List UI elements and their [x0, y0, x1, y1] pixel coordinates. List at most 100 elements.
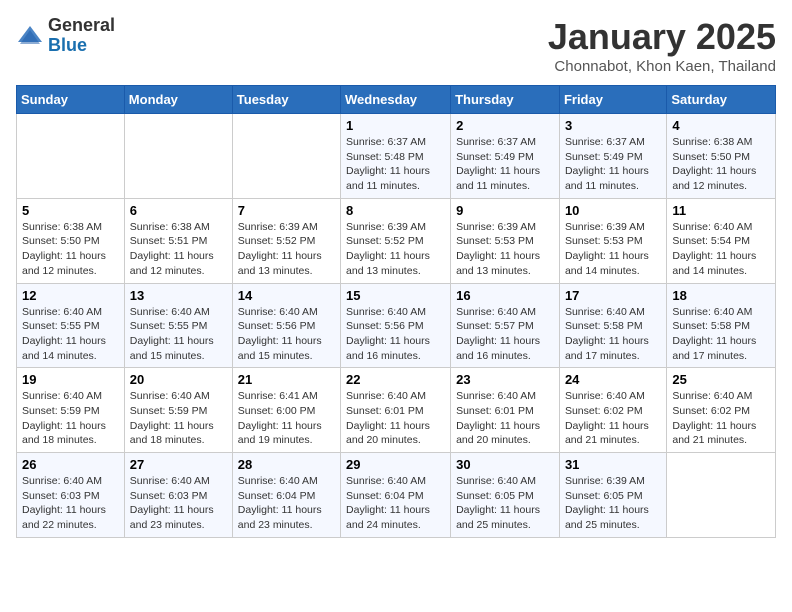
day-number: 6: [130, 203, 227, 218]
calendar-table: SundayMondayTuesdayWednesdayThursdayFrid…: [16, 85, 776, 538]
calendar-cell: 1 Sunrise: 6:37 AMSunset: 5:48 PMDaylight…: [341, 114, 451, 199]
day-number: 13: [130, 288, 227, 303]
logo-icon: [16, 22, 44, 50]
calendar-cell: 5 Sunrise: 6:38 AMSunset: 5:50 PMDaylight…: [17, 198, 125, 283]
day-info: Sunrise: 6:40 AMSunset: 6:02 PMDaylight:…: [565, 389, 661, 448]
day-info: Sunrise: 6:40 AMSunset: 6:05 PMDaylight:…: [456, 474, 554, 533]
weekday-header-monday: Monday: [124, 86, 232, 114]
weekday-header-thursday: Thursday: [451, 86, 560, 114]
day-info: Sunrise: 6:40 AMSunset: 6:03 PMDaylight:…: [130, 474, 227, 533]
logo: General Blue: [16, 16, 115, 56]
day-info: Sunrise: 6:38 AMSunset: 5:50 PMDaylight:…: [672, 135, 770, 194]
calendar-cell: 29 Sunrise: 6:40 AMSunset: 6:04 PMDayligh…: [341, 453, 451, 538]
calendar-cell: 21 Sunrise: 6:41 AMSunset: 6:00 PMDayligh…: [232, 368, 340, 453]
day-info: Sunrise: 6:38 AMSunset: 5:51 PMDaylight:…: [130, 220, 227, 279]
calendar-cell: [667, 453, 776, 538]
day-info: Sunrise: 6:40 AMSunset: 5:55 PMDaylight:…: [22, 305, 119, 364]
day-number: 22: [346, 372, 445, 387]
day-number: 14: [238, 288, 335, 303]
day-number: 1: [346, 118, 445, 133]
day-info: Sunrise: 6:37 AMSunset: 5:49 PMDaylight:…: [565, 135, 661, 194]
day-info: Sunrise: 6:39 AMSunset: 5:53 PMDaylight:…: [456, 220, 554, 279]
day-number: 9: [456, 203, 554, 218]
day-info: Sunrise: 6:40 AMSunset: 5:59 PMDaylight:…: [130, 389, 227, 448]
day-number: 4: [672, 118, 770, 133]
day-number: 25: [672, 372, 770, 387]
day-info: Sunrise: 6:40 AMSunset: 6:04 PMDaylight:…: [346, 474, 445, 533]
calendar-week-3: 12 Sunrise: 6:40 AMSunset: 5:55 PMDayligh…: [17, 283, 776, 368]
calendar-cell: 27 Sunrise: 6:40 AMSunset: 6:03 PMDayligh…: [124, 453, 232, 538]
day-number: 26: [22, 457, 119, 472]
weekday-header-tuesday: Tuesday: [232, 86, 340, 114]
day-number: 23: [456, 372, 554, 387]
day-info: Sunrise: 6:40 AMSunset: 6:04 PMDaylight:…: [238, 474, 335, 533]
day-info: Sunrise: 6:40 AMSunset: 6:01 PMDaylight:…: [456, 389, 554, 448]
day-number: 29: [346, 457, 445, 472]
day-number: 11: [672, 203, 770, 218]
calendar-cell: 31 Sunrise: 6:39 AMSunset: 6:05 PMDayligh…: [559, 453, 666, 538]
day-info: Sunrise: 6:40 AMSunset: 6:01 PMDaylight:…: [346, 389, 445, 448]
day-number: 15: [346, 288, 445, 303]
logo-text: General Blue: [48, 16, 115, 56]
calendar-week-2: 5 Sunrise: 6:38 AMSunset: 5:50 PMDaylight…: [17, 198, 776, 283]
day-number: 27: [130, 457, 227, 472]
day-number: 16: [456, 288, 554, 303]
calendar-week-1: 1 Sunrise: 6:37 AMSunset: 5:48 PMDaylight…: [17, 114, 776, 199]
calendar-cell: 17 Sunrise: 6:40 AMSunset: 5:58 PMDayligh…: [559, 283, 666, 368]
day-info: Sunrise: 6:40 AMSunset: 6:03 PMDaylight:…: [22, 474, 119, 533]
day-info: Sunrise: 6:39 AMSunset: 6:05 PMDaylight:…: [565, 474, 661, 533]
weekday-header-wednesday: Wednesday: [341, 86, 451, 114]
day-info: Sunrise: 6:40 AMSunset: 5:58 PMDaylight:…: [672, 305, 770, 364]
weekday-header-friday: Friday: [559, 86, 666, 114]
day-number: 7: [238, 203, 335, 218]
calendar-cell: 3 Sunrise: 6:37 AMSunset: 5:49 PMDaylight…: [559, 114, 666, 199]
calendar-cell: 9 Sunrise: 6:39 AMSunset: 5:53 PMDaylight…: [451, 198, 560, 283]
day-number: 12: [22, 288, 119, 303]
day-info: Sunrise: 6:41 AMSunset: 6:00 PMDaylight:…: [238, 389, 335, 448]
calendar-cell: 6 Sunrise: 6:38 AMSunset: 5:51 PMDaylight…: [124, 198, 232, 283]
calendar-cell: 11 Sunrise: 6:40 AMSunset: 5:54 PMDayligh…: [667, 198, 776, 283]
calendar-cell: 13Sunrise: 6:40 AMSunset: 5:55 PMDayligh…: [124, 283, 232, 368]
calendar-cell: 14Sunrise: 6:40 AMSunset: 5:56 PMDayligh…: [232, 283, 340, 368]
weekday-header-sunday: Sunday: [17, 86, 125, 114]
calendar-week-4: 19Sunrise: 6:40 AMSunset: 5:59 PMDayligh…: [17, 368, 776, 453]
day-info: Sunrise: 6:37 AMSunset: 5:48 PMDaylight:…: [346, 135, 445, 194]
day-number: 30: [456, 457, 554, 472]
day-info: Sunrise: 6:40 AMSunset: 5:56 PMDaylight:…: [346, 305, 445, 364]
day-number: 20: [130, 372, 227, 387]
calendar-cell: 2 Sunrise: 6:37 AMSunset: 5:49 PMDaylight…: [451, 114, 560, 199]
calendar-cell: 24 Sunrise: 6:40 AMSunset: 6:02 PMDayligh…: [559, 368, 666, 453]
calendar-cell: 22 Sunrise: 6:40 AMSunset: 6:01 PMDayligh…: [341, 368, 451, 453]
day-info: Sunrise: 6:40 AMSunset: 5:59 PMDaylight:…: [22, 389, 119, 448]
month-title: January 2025: [548, 16, 776, 58]
day-info: Sunrise: 6:37 AMSunset: 5:49 PMDaylight:…: [456, 135, 554, 194]
calendar-cell: 7Sunrise: 6:39 AMSunset: 5:52 PMDaylight…: [232, 198, 340, 283]
day-number: 28: [238, 457, 335, 472]
day-number: 2: [456, 118, 554, 133]
day-number: 3: [565, 118, 661, 133]
day-number: 18: [672, 288, 770, 303]
title-block: January 2025 Chonnabot, Khon Kaen, Thail…: [548, 16, 776, 75]
calendar-cell: 19Sunrise: 6:40 AMSunset: 5:59 PMDayligh…: [17, 368, 125, 453]
calendar-cell: 12 Sunrise: 6:40 AMSunset: 5:55 PMDayligh…: [17, 283, 125, 368]
calendar-cell: 16 Sunrise: 6:40 AMSunset: 5:57 PMDayligh…: [451, 283, 560, 368]
calendar-cell: [232, 114, 340, 199]
calendar-cell: 20 Sunrise: 6:40 AMSunset: 5:59 PMDayligh…: [124, 368, 232, 453]
calendar-cell: 28 Sunrise: 6:40 AMSunset: 6:04 PMDayligh…: [232, 453, 340, 538]
calendar-cell: 15 Sunrise: 6:40 AMSunset: 5:56 PMDayligh…: [341, 283, 451, 368]
day-info: Sunrise: 6:40 AMSunset: 5:58 PMDaylight:…: [565, 305, 661, 364]
day-number: 17: [565, 288, 661, 303]
day-number: 24: [565, 372, 661, 387]
calendar-cell: [17, 114, 125, 199]
calendar-cell: 10Sunrise: 6:39 AMSunset: 5:53 PMDayligh…: [559, 198, 666, 283]
day-number: 31: [565, 457, 661, 472]
day-info: Sunrise: 6:40 AMSunset: 6:02 PMDaylight:…: [672, 389, 770, 448]
calendar-cell: 23 Sunrise: 6:40 AMSunset: 6:01 PMDayligh…: [451, 368, 560, 453]
day-info: Sunrise: 6:40 AMSunset: 5:57 PMDaylight:…: [456, 305, 554, 364]
day-info: Sunrise: 6:40 AMSunset: 5:54 PMDaylight:…: [672, 220, 770, 279]
calendar-cell: 30 Sunrise: 6:40 AMSunset: 6:05 PMDayligh…: [451, 453, 560, 538]
day-info: Sunrise: 6:38 AMSunset: 5:50 PMDaylight:…: [22, 220, 119, 279]
day-number: 21: [238, 372, 335, 387]
day-number: 5: [22, 203, 119, 218]
calendar-cell: 25 Sunrise: 6:40 AMSunset: 6:02 PMDayligh…: [667, 368, 776, 453]
